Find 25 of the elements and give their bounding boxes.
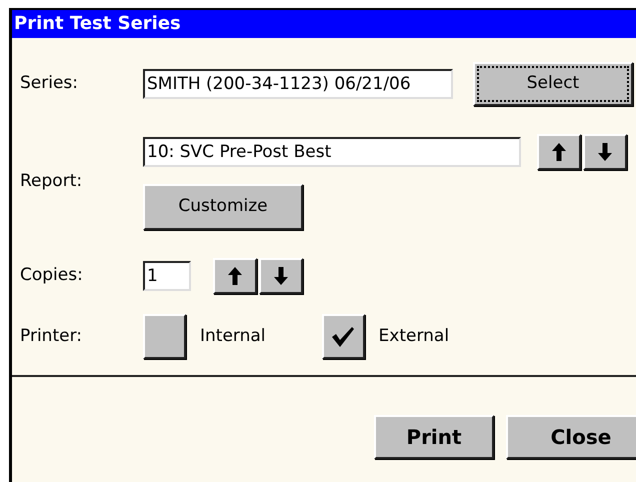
arrow-up-icon — [552, 143, 566, 161]
arrow-up-icon — [228, 267, 242, 285]
select-button[interactable]: Select — [473, 62, 633, 106]
up-button[interactable] — [213, 258, 257, 294]
up-button[interactable] — [537, 134, 581, 170]
option-label: Internal — [200, 324, 266, 348]
field-label: Report: — [19, 170, 84, 194]
checkbox[interactable] — [322, 314, 365, 359]
window-title: Print Test Series — [12, 10, 636, 38]
field-label: Printer: — [19, 324, 83, 348]
report-field[interactable]: 10: SVC Pre-Post Best — [143, 137, 521, 167]
arrow-down-icon — [598, 143, 612, 161]
down-button[interactable] — [259, 258, 303, 294]
dialog-button[interactable]: Print — [374, 415, 494, 459]
field-label: Series: — [19, 72, 80, 96]
checkbox[interactable] — [143, 314, 186, 359]
field-label: Copies: — [19, 264, 84, 288]
series-field[interactable]: SMITH (200-34-1123) 06/21/06 — [143, 69, 453, 99]
arrow-down-icon — [274, 267, 288, 285]
copies-field[interactable]: 1 — [143, 261, 191, 291]
down-button[interactable] — [583, 134, 627, 170]
dialog-button[interactable]: Close — [506, 415, 636, 459]
option-label: External — [378, 324, 450, 348]
checkmark-icon — [331, 326, 356, 348]
customize-button[interactable]: Customize — [143, 184, 303, 230]
